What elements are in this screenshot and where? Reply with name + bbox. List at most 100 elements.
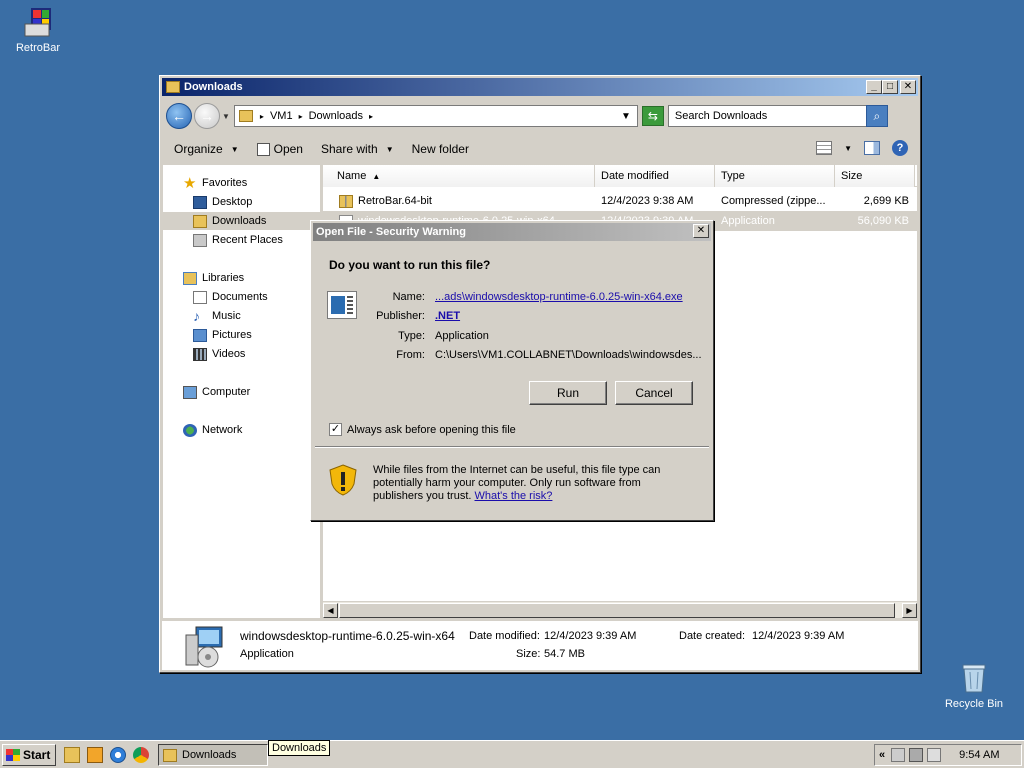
- action-center-icon[interactable]: [891, 748, 906, 762]
- whats-the-risk-link[interactable]: What's the risk?: [475, 490, 553, 502]
- share-with-label: Share with: [320, 142, 378, 156]
- dialog-question: Do you want to run this file?: [329, 258, 491, 272]
- recent-places-icon: [193, 233, 207, 247]
- change-view-icon[interactable]: [816, 141, 833, 155]
- nav-label: Network: [202, 424, 243, 436]
- search-icon[interactable]: ⌕: [865, 105, 888, 127]
- open-button[interactable]: Open: [256, 142, 303, 156]
- chrome-quicklaunch-icon[interactable]: [133, 747, 149, 763]
- horizontal-scrollbar[interactable]: ◀ ▶: [323, 601, 917, 618]
- back-button[interactable]: ←: [166, 103, 192, 129]
- help-icon[interactable]: ?: [892, 140, 908, 156]
- nav-label: Documents: [212, 291, 268, 303]
- explorer-quicklaunch-icon[interactable]: [64, 747, 80, 763]
- new-folder-button[interactable]: New folder: [412, 142, 469, 156]
- recent-pages-dropdown-icon[interactable]: ▼: [222, 112, 230, 121]
- warning-text-block: While files from the Internet can be use…: [373, 464, 693, 503]
- from-label: From:: [396, 349, 425, 361]
- chevron-right-icon[interactable]: ▸: [260, 112, 264, 121]
- column-date-modified[interactable]: Date modified: [595, 165, 715, 187]
- publisher-link[interactable]: .NET: [435, 310, 460, 322]
- tray-expand-icon[interactable]: «: [879, 749, 885, 761]
- navigation-pane: ★ Favorites Desktop Downloads Recent Pla…: [163, 165, 320, 618]
- details-filename: windowsdesktop-runtime-6.0.25-win-x64: [240, 629, 455, 643]
- network-tray-icon[interactable]: [909, 748, 924, 762]
- nav-recent-places[interactable]: Recent Places: [163, 231, 320, 249]
- organize-button[interactable]: Organize ▼: [174, 142, 239, 156]
- nav-favorites[interactable]: ★ Favorites: [163, 174, 320, 192]
- chevron-right-icon[interactable]: ▸: [369, 112, 373, 121]
- file-row[interactable]: RetroBar.64-bit 12/4/2023 9:38 AM Compre…: [323, 191, 917, 211]
- details-date-modified: 12/4/2023 9:39 AM: [544, 630, 637, 642]
- internet-explorer-quicklaunch-icon[interactable]: [110, 747, 126, 763]
- column-type[interactable]: Type: [715, 165, 835, 187]
- scroll-right-icon[interactable]: ▶: [902, 603, 917, 618]
- cancel-button[interactable]: Cancel: [615, 381, 693, 405]
- window-titlebar[interactable]: Downloads _ □ ✕: [162, 78, 918, 96]
- run-button[interactable]: Run: [529, 381, 607, 405]
- nav-downloads[interactable]: Downloads: [163, 212, 320, 230]
- address-dropdown-icon[interactable]: ▼: [621, 111, 631, 122]
- scroll-thumb[interactable]: [339, 603, 895, 618]
- breadcrumb-downloads[interactable]: Downloads: [309, 110, 363, 122]
- column-name[interactable]: Name ▲: [323, 165, 595, 187]
- documents-icon: [193, 290, 207, 304]
- breadcrumb-vm1[interactable]: VM1: [270, 110, 293, 122]
- taskbar-item-downloads[interactable]: Downloads: [158, 744, 268, 766]
- type-label: Type:: [398, 330, 425, 342]
- nav-computer[interactable]: Computer: [163, 383, 320, 401]
- file-date: 12/4/2023 9:38 AM: [601, 195, 694, 207]
- nav-documents[interactable]: Documents: [163, 288, 320, 306]
- scroll-left-icon[interactable]: ◀: [323, 603, 338, 618]
- nav-music[interactable]: ♪ Music: [163, 307, 320, 325]
- view-dropdown-icon[interactable]: ▼: [844, 144, 852, 153]
- volume-muted-icon[interactable]: [927, 748, 942, 762]
- maximize-button[interactable]: □: [882, 80, 898, 94]
- forward-button[interactable]: →: [194, 103, 220, 129]
- preview-pane-icon[interactable]: [864, 141, 880, 155]
- system-tray: « 9:54 AM: [874, 744, 1022, 766]
- clock[interactable]: 9:54 AM: [959, 749, 999, 761]
- command-bar: Organize ▼ Open Share with ▼ New folder …: [162, 136, 918, 162]
- new-folder-label: New folder: [411, 142, 469, 156]
- search-input[interactable]: Search Downloads ⌕: [667, 105, 888, 127]
- minimize-button[interactable]: _: [866, 80, 882, 94]
- media-player-quicklaunch-icon[interactable]: [87, 747, 103, 763]
- share-with-button[interactable]: Share with ▼: [321, 142, 394, 156]
- file-size: 2,699 KB: [863, 195, 909, 207]
- nav-libraries[interactable]: Libraries: [163, 269, 320, 287]
- always-ask-checkbox[interactable]: ✓ Always ask before opening this file: [329, 423, 516, 436]
- music-icon: ♪: [193, 307, 200, 324]
- desktop-icon-retrobar[interactable]: RetroBar: [0, 6, 76, 54]
- details-date-created-label: Date created:: [679, 630, 746, 642]
- desktop-icon: [193, 195, 207, 209]
- details-type: Application: [240, 648, 294, 660]
- open-icon: [256, 142, 270, 156]
- start-button[interactable]: Start: [2, 744, 56, 766]
- nav-label: Downloads: [212, 215, 267, 227]
- desktop-icon-label: Recycle Bin: [944, 698, 1004, 710]
- dialog-close-button[interactable]: ✕: [693, 224, 709, 238]
- start-label: Start: [23, 748, 51, 762]
- nav-videos[interactable]: Videos: [163, 345, 320, 363]
- column-size[interactable]: Size: [835, 165, 915, 187]
- chevron-right-icon[interactable]: ▸: [299, 112, 303, 121]
- nav-desktop[interactable]: Desktop: [163, 193, 320, 211]
- nav-network[interactable]: Network: [163, 421, 320, 439]
- dialog-divider: [315, 446, 709, 448]
- close-button[interactable]: ✕: [900, 80, 916, 94]
- nav-pictures[interactable]: Pictures: [163, 326, 320, 344]
- dialog-title[interactable]: Open File - Security Warning: [313, 223, 711, 241]
- recycle-bin-icon: [960, 662, 988, 694]
- refresh-button[interactable]: ⇆: [641, 106, 664, 126]
- file-name-link[interactable]: ...ads\windowsdesktop-runtime-6.0.25-win…: [435, 291, 683, 303]
- pictures-icon: [193, 328, 207, 342]
- taskbar: Start Downloads « 9:54 AM: [0, 740, 1024, 768]
- star-icon: ★: [183, 174, 197, 192]
- desktop-icon-recycle-bin[interactable]: Recycle Bin: [936, 662, 1012, 710]
- checkbox-checked-icon[interactable]: ✓: [329, 423, 342, 436]
- folder-download-icon: [238, 110, 253, 122]
- address-bar[interactable]: ▸ VM1 ▸ Downloads ▸ ▼: [233, 105, 638, 127]
- nav-label: Computer: [202, 386, 251, 398]
- checkbox-label: Always ask before opening this file: [347, 423, 516, 436]
